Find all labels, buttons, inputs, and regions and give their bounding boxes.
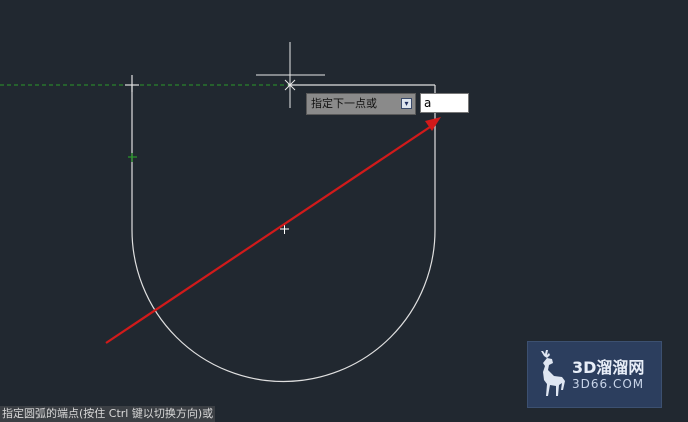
deer-icon bbox=[541, 350, 565, 396]
dynamic-input-prompt[interactable]: 指定下一点或 ▾ bbox=[306, 93, 416, 115]
bottom-arc bbox=[131, 229, 436, 383]
annotation-arrow bbox=[105, 124, 434, 344]
watermark-logo: 3D溜溜网 3D66.COM bbox=[527, 341, 662, 408]
watermark-title: 3D溜溜网 bbox=[572, 358, 645, 377]
arrow-down-icon[interactable]: ▾ bbox=[401, 98, 412, 109]
prompt-label: 指定下一点或 bbox=[311, 97, 377, 110]
drawing-canvas[interactable]: 指定下一点或 ▾ a 3D溜溜网 3D66.COM 指定圆弧的端点(按住 Ctr… bbox=[0, 0, 688, 422]
command-input[interactable]: a bbox=[420, 93, 469, 113]
watermark-subtitle: 3D66.COM bbox=[572, 377, 645, 391]
command-status-bar: 指定圆弧的端点(按住 Ctrl 键以切换方向)或 bbox=[0, 406, 216, 422]
